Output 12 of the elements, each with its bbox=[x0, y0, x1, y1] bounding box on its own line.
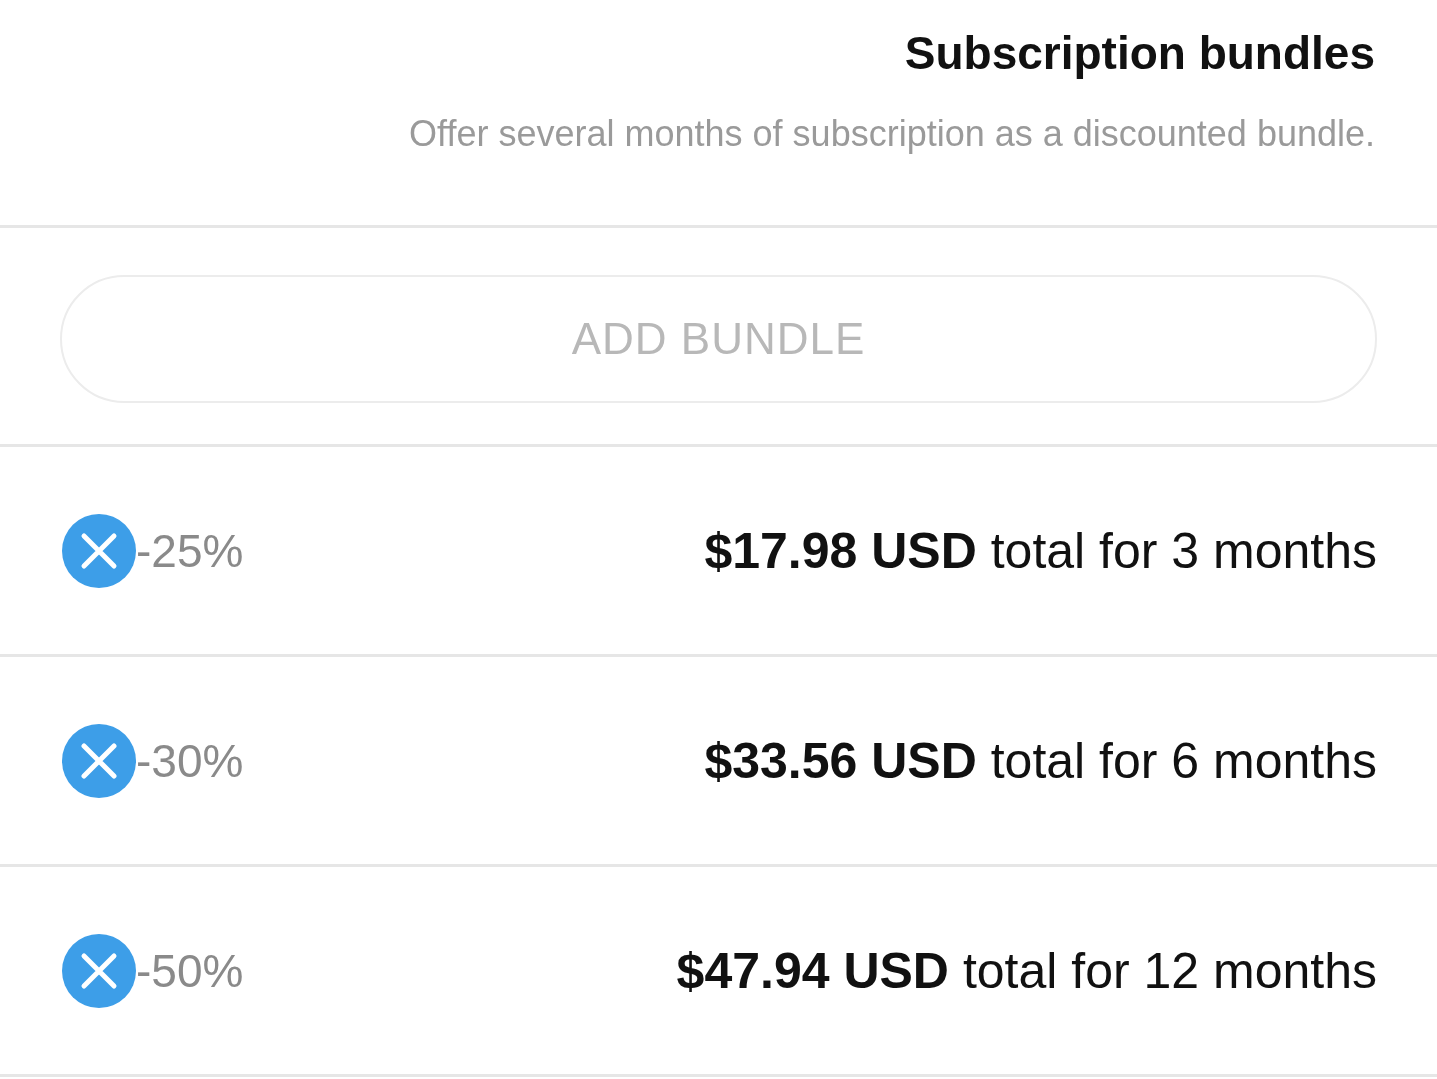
bundle-price: $33.56 USD total for 6 months bbox=[703, 731, 1377, 790]
bundle-price: $47.94 USD total for 12 months bbox=[675, 941, 1377, 1000]
discount-label: -25% bbox=[136, 523, 245, 578]
bundle-price: $17.98 USD total for 3 months bbox=[703, 521, 1377, 580]
section-title: Subscription bundles bbox=[903, 26, 1375, 81]
discount-label: -30% bbox=[136, 733, 245, 788]
remove-icon[interactable] bbox=[62, 933, 136, 1008]
add-bundle-button[interactable]: ADD BUNDLE bbox=[60, 275, 1377, 403]
remove-icon[interactable] bbox=[62, 513, 136, 588]
section-description: Offer several months of subscription as a discounted bundle. bbox=[408, 112, 1375, 156]
remove-icon[interactable] bbox=[62, 723, 136, 798]
discount-label: -50% bbox=[136, 943, 245, 998]
